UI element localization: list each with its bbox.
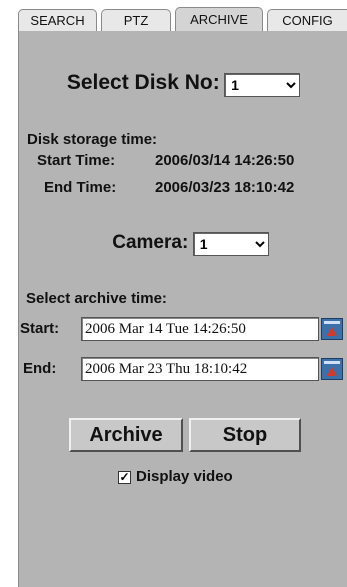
archive-button[interactable]: Archive — [69, 418, 183, 452]
tab-ptz[interactable]: PTZ — [101, 9, 171, 31]
archive-end-label: End: — [23, 360, 57, 377]
storage-heading: Disk storage time: — [27, 131, 158, 148]
tab-archive[interactable]: ARCHIVE — [175, 7, 263, 31]
end-time-label: End Time: — [44, 179, 117, 196]
start-time-value: 2006/03/14 14:26:50 — [155, 152, 295, 169]
disk-select[interactable]: 1 — [224, 72, 301, 97]
stop-button[interactable]: Stop — [189, 418, 301, 452]
disk-row: Select Disk No: 1 — [19, 71, 347, 97]
camera-row: Camera: 1 — [19, 232, 347, 256]
archive-start-label: Start: — [20, 320, 60, 337]
camera-select[interactable]: 1 — [192, 232, 269, 256]
calendar-picker-icon[interactable] — [321, 358, 343, 380]
archive-time-heading: Select archive time: — [26, 290, 167, 307]
tab-config[interactable]: CONFIG — [267, 9, 347, 31]
end-time-value: 2006/03/23 18:10:42 — [155, 179, 295, 196]
archive-panel: Select Disk No: 1 Disk storage time: Sta… — [18, 31, 347, 587]
calendar-picker-icon[interactable] — [321, 318, 343, 340]
start-time-label: Start Time: — [37, 152, 116, 169]
tab-bar: SEARCH PTZ ARCHIVE CONFIG — [0, 0, 347, 31]
disk-label: Select Disk No: — [66, 71, 220, 94]
tab-search[interactable]: SEARCH — [18, 9, 97, 31]
archive-end-input[interactable]: 2006 Mar 23 Thu 18:10:42 — [81, 357, 319, 381]
camera-label: Camera: — [112, 232, 189, 254]
archive-start-input[interactable]: 2006 Mar 14 Tue 14:26:50 — [81, 317, 319, 341]
display-video-checkbox[interactable]: ✓ — [118, 471, 131, 484]
display-video-label: Display video — [136, 468, 233, 485]
